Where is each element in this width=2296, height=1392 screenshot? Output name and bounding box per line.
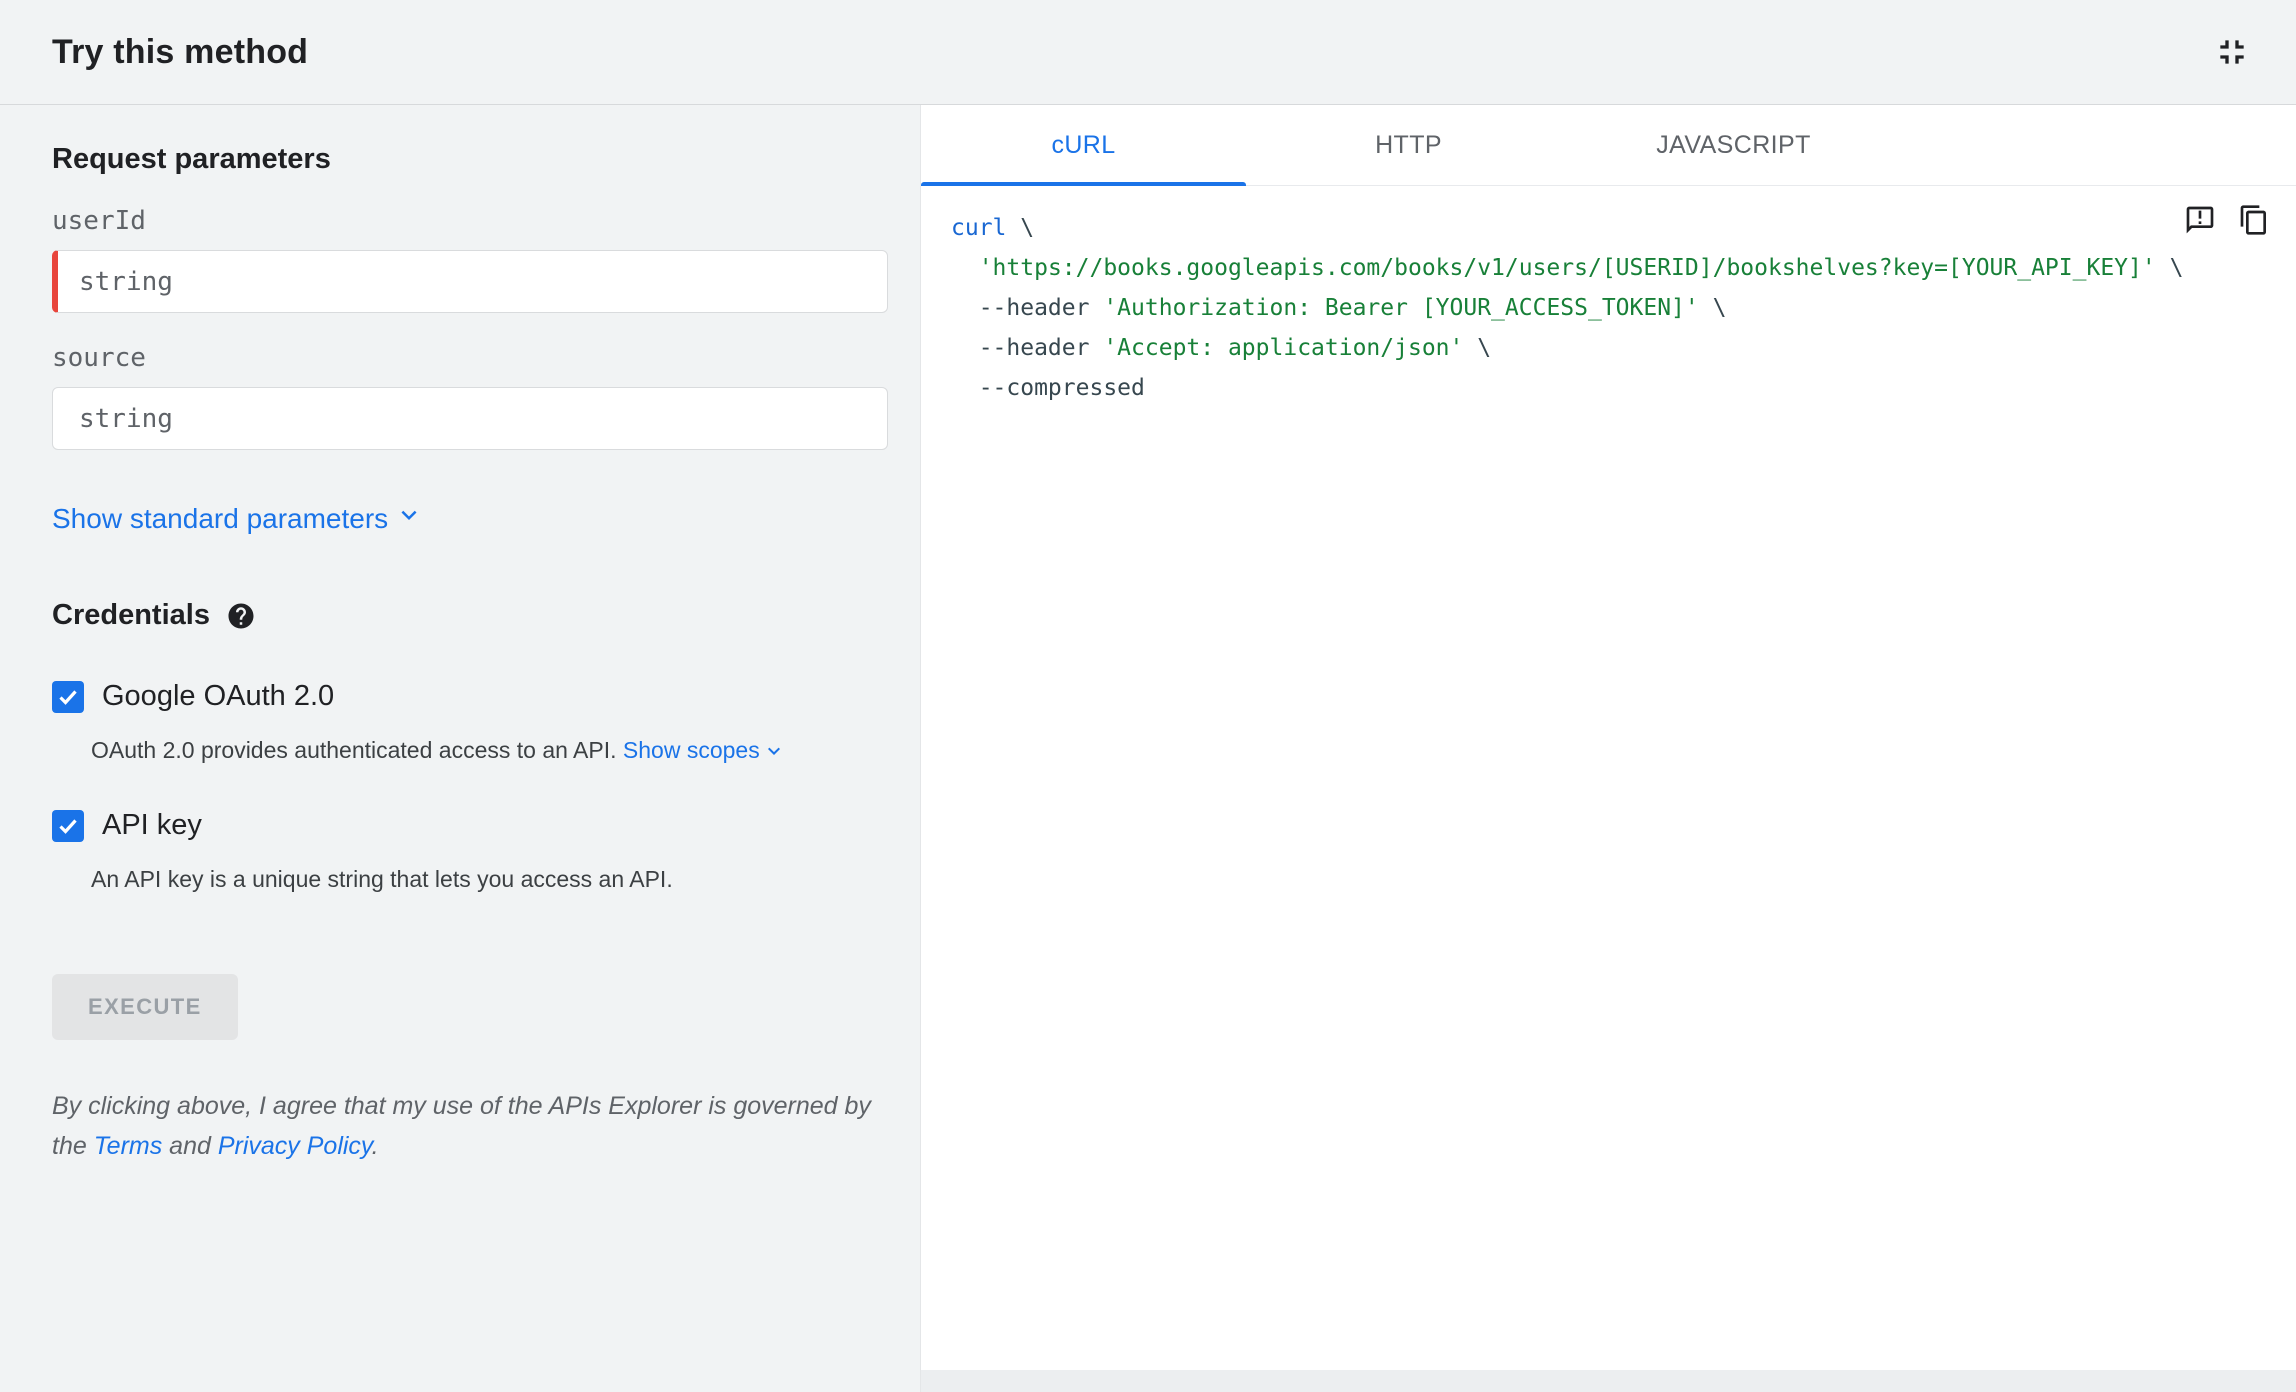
param-source: source: [52, 343, 888, 450]
disclaimer-text-middle: and: [162, 1132, 218, 1160]
code-line: 'https://books.googleapis.com/books/v1/u…: [978, 255, 2184, 281]
panel-title: Try this method: [52, 32, 309, 71]
code-block[interactable]: curl \ 'https://books.googleapis.com/boo…: [951, 208, 2266, 408]
param-source-label: source: [52, 343, 146, 373]
check-icon: [59, 689, 77, 705]
api-key-checkbox[interactable]: [52, 809, 84, 842]
privacy-policy-link[interactable]: Privacy Policy: [218, 1132, 372, 1160]
feedback-icon[interactable]: [2184, 204, 2216, 236]
code-line: curl \: [951, 215, 1035, 241]
code-sample-panel: cURL HTTP JAVASCRIPT curl \ 'https://boo…: [920, 105, 2296, 1392]
credentials-heading: Credentials: [52, 599, 888, 632]
tab-javascript[interactable]: JAVASCRIPT: [1571, 105, 1896, 185]
chevron-down-icon: [762, 735, 786, 765]
code-area: curl \ 'https://books.googleapis.com/boo…: [921, 186, 2296, 1370]
credentials-title: Credentials: [52, 599, 210, 631]
help-icon[interactable]: [226, 601, 256, 631]
disclaimer-text-end: .: [371, 1132, 379, 1160]
try-this-method-panel: Try this method Request parameters userI…: [0, 0, 2296, 1392]
oauth-description: OAuth 2.0 provides authenticated access …: [91, 735, 888, 765]
source-input[interactable]: [52, 387, 888, 450]
terms-link[interactable]: Terms: [94, 1132, 163, 1160]
show-scopes-link[interactable]: Show scopes: [623, 735, 786, 765]
execute-button[interactable]: EXECUTE: [52, 974, 238, 1040]
code-line: --compressed: [951, 375, 1145, 401]
api-key-checkbox-row[interactable]: API key: [52, 809, 888, 842]
show-standard-parameters-link[interactable]: Show standard parameters: [52, 500, 424, 537]
disclaimer: By clicking above, I agree that my use o…: [52, 1086, 872, 1166]
code-line: --header 'Accept: application/json' \: [951, 335, 1492, 361]
check-icon: [59, 818, 77, 834]
copy-icon[interactable]: [2238, 204, 2270, 236]
param-userid: userId: [52, 206, 888, 313]
panel-header: Try this method: [0, 0, 2296, 105]
param-userid-label: userId: [52, 206, 146, 236]
oauth-checkbox-row[interactable]: Google OAuth 2.0: [52, 680, 888, 713]
panel-body: Request parameters userId source Show st…: [0, 105, 2296, 1392]
show-scopes-label: Show scopes: [622, 737, 760, 763]
oauth-label: Google OAuth 2.0: [102, 680, 335, 712]
api-key-label: API key: [102, 809, 202, 841]
oauth-description-text: OAuth 2.0 provides authenticated access …: [91, 737, 623, 763]
api-key-description: An API key is a unique string that lets …: [91, 866, 673, 892]
code-actions: [2184, 204, 2270, 236]
request-parameters-heading: Request parameters: [52, 143, 331, 175]
code-line: --header 'Authorization: Bearer [YOUR_AC…: [951, 295, 1727, 321]
code-tabs: cURL HTTP JAVASCRIPT: [921, 105, 2296, 186]
oauth-checkbox[interactable]: [52, 680, 84, 713]
userid-input[interactable]: [52, 250, 888, 313]
show-standard-parameters-label: Show standard parameters: [52, 502, 389, 534]
chevron-down-icon: [394, 500, 424, 537]
tab-curl[interactable]: cURL: [921, 105, 1246, 186]
fullscreen-exit-icon[interactable]: [2212, 32, 2252, 72]
request-panel: Request parameters userId source Show st…: [0, 105, 920, 1392]
tab-http[interactable]: HTTP: [1246, 105, 1571, 185]
